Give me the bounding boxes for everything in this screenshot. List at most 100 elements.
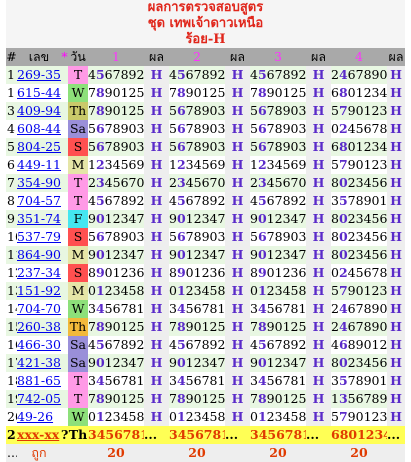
- row-code-link[interactable]: 804-25: [17, 139, 61, 154]
- row-code-link[interactable]: 354-90: [17, 175, 61, 190]
- row-result-2: H: [225, 246, 250, 264]
- row-code-link[interactable]: 742-05: [17, 391, 61, 406]
- digit: 4: [88, 337, 96, 352]
- digit: 3: [298, 229, 306, 244]
- row-result-1: H: [144, 282, 169, 300]
- digit: 3: [298, 121, 306, 136]
- digit: 5: [88, 139, 96, 154]
- digit: 5: [176, 337, 186, 352]
- row-result-4: H: [387, 354, 405, 372]
- digit: 9: [169, 355, 177, 370]
- row-code-link[interactable]: 409-94: [17, 103, 61, 118]
- row-index: 20: [6, 408, 17, 426]
- digit: 2: [104, 409, 113, 424]
- digit: 3: [331, 193, 339, 208]
- prediction-result-1: ...: [144, 426, 169, 444]
- row-result-4: H: [387, 408, 405, 426]
- row-code-link[interactable]: 704-70: [17, 301, 61, 316]
- row-code-link[interactable]: 704-57: [17, 193, 61, 208]
- row-value-1: 90123478: [88, 210, 144, 228]
- digit: 6: [112, 373, 121, 388]
- digit: 2: [347, 355, 356, 370]
- digit: 8: [274, 121, 283, 136]
- title-line-1: ผลการตรวจสอบสูตร: [147, 0, 264, 15]
- prediction-value-1: 34567812: [88, 426, 144, 444]
- digit: 9: [379, 391, 387, 406]
- row-day: S: [68, 264, 88, 282]
- digit: 0: [379, 67, 387, 82]
- digit: 6: [176, 229, 186, 244]
- digit: 4: [363, 211, 372, 226]
- row-result-4: H: [387, 192, 405, 210]
- digit: 4: [201, 283, 210, 298]
- digit: 2: [298, 193, 306, 208]
- digit: 9: [363, 373, 372, 388]
- digit: 6: [95, 121, 105, 136]
- digit: 4: [201, 409, 210, 424]
- row-result-2: H: [225, 408, 250, 426]
- digit: 3: [379, 283, 387, 298]
- row-value-4: 57901234: [331, 282, 387, 300]
- row-result-2: H: [225, 84, 250, 102]
- row-code-link[interactable]: 537-79: [17, 229, 61, 244]
- row-code-link[interactable]: 351-74: [17, 211, 61, 226]
- table-row: 18881-65T34567812H34567812H34567812H3578…: [6, 372, 405, 390]
- row-code-link[interactable]: 466-30: [17, 337, 61, 352]
- row-result-1: H: [144, 138, 169, 156]
- row-value-1: 56789034: [88, 228, 144, 246]
- prediction-code-link[interactable]: xxx-xx: [17, 427, 59, 442]
- digit: 4: [169, 337, 177, 352]
- digit: 0: [176, 247, 186, 262]
- table-row: 14704-70W34567812H34567812H34567812H2467…: [6, 300, 405, 318]
- digit: 6: [379, 175, 387, 190]
- digit: 3: [379, 103, 387, 118]
- row-code-link[interactable]: 881-65: [17, 373, 61, 388]
- row-code-link[interactable]: 237-34: [17, 265, 61, 280]
- digit: 9: [104, 391, 113, 406]
- digit: 5: [217, 391, 225, 406]
- row-code-link[interactable]: 615-44: [17, 85, 61, 100]
- digit: 6: [355, 391, 364, 406]
- digit: 9: [169, 211, 177, 226]
- row-code-link[interactable]: 151-92: [17, 283, 61, 298]
- digit: 0: [355, 283, 364, 298]
- row-code-link[interactable]: 260-38: [17, 319, 61, 334]
- digit: 4: [347, 265, 356, 280]
- row-code-link[interactable]: 49-26: [17, 409, 53, 424]
- digit: 3: [217, 103, 225, 118]
- row-value-4: 35789012: [331, 372, 387, 390]
- row-index: 15: [6, 318, 17, 336]
- row-result-2: H: [225, 138, 250, 156]
- digit: 7: [217, 211, 225, 226]
- row-code-link[interactable]: 421-38: [17, 355, 61, 370]
- digit: 4: [257, 301, 267, 316]
- digit: 3: [201, 355, 210, 370]
- header-col-1: 1: [88, 48, 144, 66]
- digit: 7: [355, 301, 364, 316]
- digit: 5: [282, 157, 291, 172]
- digit: 3: [136, 139, 144, 154]
- digit: 9: [257, 265, 267, 280]
- digit: 3: [338, 391, 348, 406]
- digit: 4: [257, 373, 267, 388]
- row-value-2: 78901256: [169, 390, 225, 408]
- row-code-link[interactable]: 608-44: [17, 121, 61, 136]
- digit: 9: [120, 121, 129, 136]
- row-code-link[interactable]: 864-90: [17, 247, 61, 262]
- row-code-link[interactable]: 449-11: [17, 157, 61, 172]
- row-value-2: 01234589: [169, 408, 225, 426]
- row-value-1: 78901256: [88, 390, 144, 408]
- row-code-link[interactable]: 269-35: [17, 67, 61, 82]
- digit: 2: [112, 355, 121, 370]
- row-value-3: 78901256: [250, 318, 306, 336]
- row-code-cell: 237-34: [17, 264, 61, 282]
- digit: 9: [282, 139, 291, 154]
- row-value-2: 56789034: [169, 120, 225, 138]
- row-result-4: H: [387, 336, 405, 354]
- row-star: [61, 408, 68, 426]
- digit: 7: [338, 409, 348, 424]
- digit: 8: [331, 247, 339, 262]
- row-value-1: 90123478: [88, 246, 144, 264]
- digit: 5: [266, 301, 275, 316]
- row-result-2: H: [225, 318, 250, 336]
